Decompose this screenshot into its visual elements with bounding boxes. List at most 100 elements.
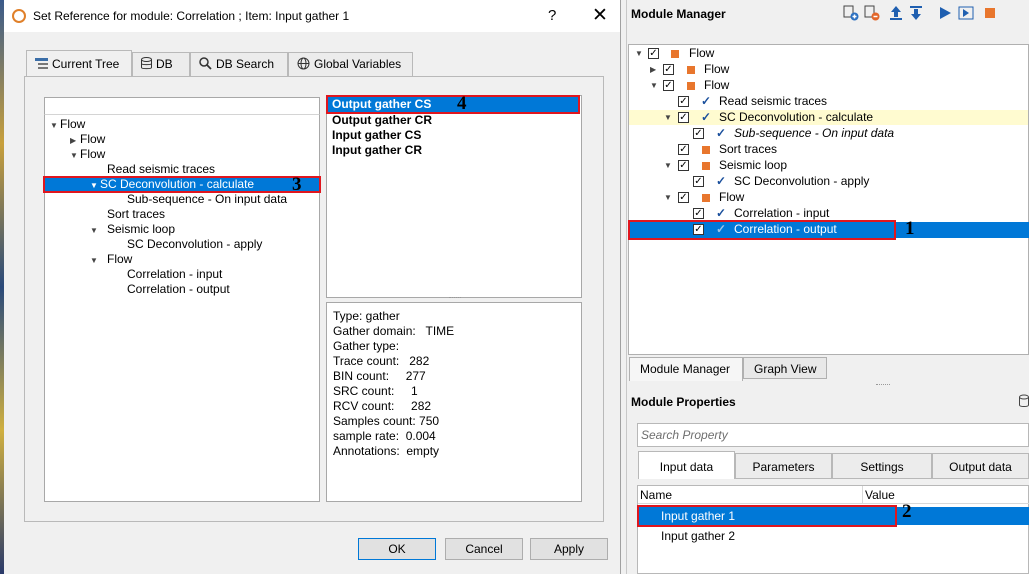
module-checkbox[interactable]: ✓ bbox=[678, 96, 689, 107]
tree-header bbox=[44, 97, 320, 115]
expand-arrow-icon[interactable]: ▼ bbox=[650, 78, 658, 93]
module-label[interactable]: Sort traces bbox=[719, 142, 777, 157]
search-property-input[interactable]: Search Property bbox=[637, 423, 1029, 447]
module-checkbox[interactable]: ✓ bbox=[678, 192, 689, 203]
module-label[interactable]: Flow bbox=[719, 190, 744, 205]
tab-current-tree[interactable]: Current Tree bbox=[26, 50, 132, 76]
tree-item[interactable]: ▼ Flow bbox=[90, 252, 132, 267]
tab-db-search[interactable]: DB Search bbox=[190, 52, 288, 76]
tree-item-label: Sub-sequence - On input data bbox=[127, 192, 288, 206]
column-header-name[interactable]: Name bbox=[640, 488, 672, 503]
module-check-icon: ✓ bbox=[716, 174, 727, 188]
tab-graph-view[interactable]: Graph View bbox=[743, 357, 827, 379]
tree-item[interactable]: SC Deconvolution - apply bbox=[127, 237, 262, 252]
property-row-label[interactable]: Input gather 2 bbox=[661, 529, 735, 544]
tree-item[interactable]: ▼ Seismic loop bbox=[90, 222, 175, 237]
splitter-handle[interactable] bbox=[876, 384, 890, 385]
module-checkbox[interactable]: ✓ bbox=[693, 128, 704, 139]
tree-item[interactable]: Correlation - output bbox=[127, 282, 230, 297]
tab-label: DB Search bbox=[216, 57, 275, 71]
tab-output-data[interactable]: Output data bbox=[932, 453, 1029, 479]
info-line: SRC count: 1 bbox=[333, 384, 418, 398]
tab-input-data[interactable]: Input data bbox=[638, 451, 735, 479]
tree-item[interactable]: Correlation - input bbox=[127, 267, 222, 282]
module-check-icon: ✓ bbox=[716, 206, 727, 220]
tab-settings[interactable]: Settings bbox=[832, 453, 932, 479]
expand-arrow-icon[interactable]: ▼ bbox=[70, 148, 80, 163]
ok-button[interactable]: OK bbox=[358, 538, 436, 560]
tab-parameters[interactable]: Parameters bbox=[735, 453, 832, 479]
stop-icon[interactable] bbox=[982, 5, 998, 21]
database-icon[interactable] bbox=[1019, 394, 1029, 408]
tree-item-label: Flow bbox=[107, 252, 133, 266]
expand-arrow-icon[interactable]: ▶ bbox=[650, 62, 656, 77]
tree-item-label: Correlation - output bbox=[127, 282, 230, 296]
info-line: BIN count: 277 bbox=[333, 369, 426, 383]
dialog-titlebar: Set Reference for module: Correlation ; … bbox=[4, 0, 620, 32]
move-up-icon[interactable] bbox=[888, 5, 904, 21]
tree-item[interactable]: ▼ Flow bbox=[70, 147, 105, 162]
module-checkbox[interactable]: ✓ bbox=[663, 80, 674, 91]
output-item[interactable]: Output gather CR bbox=[332, 113, 432, 128]
run-icon[interactable] bbox=[937, 5, 953, 21]
tab-module-manager[interactable]: Module Manager bbox=[629, 357, 743, 381]
set-reference-dialog: Set Reference for module: Correlation ; … bbox=[4, 0, 621, 574]
move-down-icon[interactable] bbox=[908, 5, 924, 21]
add-module-icon[interactable] bbox=[843, 5, 859, 21]
module-checkbox[interactable]: ✓ bbox=[678, 112, 689, 123]
module-label[interactable]: Seismic loop bbox=[719, 158, 787, 173]
module-properties-title: Module Properties bbox=[631, 395, 736, 409]
expand-arrow-icon[interactable]: ▶ bbox=[70, 133, 80, 148]
module-check-icon: ✓ bbox=[716, 126, 727, 140]
expand-arrow-icon[interactable]: ▼ bbox=[50, 118, 60, 133]
tree-item[interactable]: ▼ Flow bbox=[50, 117, 85, 132]
expand-arrow-icon[interactable]: ▼ bbox=[635, 46, 643, 61]
expand-arrow-icon[interactable]: ▼ bbox=[90, 253, 100, 268]
info-line: Gather domain: TIME bbox=[333, 324, 455, 338]
tree-item[interactable]: Sub-sequence - On input data bbox=[127, 192, 287, 207]
module-label[interactable]: Flow bbox=[704, 78, 729, 93]
module-label[interactable]: Flow bbox=[704, 62, 729, 77]
module-label[interactable]: SC Deconvolution - apply bbox=[734, 174, 869, 189]
output-item[interactable]: Input gather CS bbox=[332, 128, 421, 143]
expand-arrow-icon[interactable]: ▼ bbox=[664, 190, 672, 205]
apply-button[interactable]: Apply bbox=[530, 538, 608, 560]
annotation-number-2: 2 bbox=[902, 501, 912, 522]
remove-module-icon[interactable] bbox=[864, 5, 880, 21]
module-checkbox[interactable]: ✓ bbox=[693, 176, 704, 187]
expand-arrow-icon[interactable]: ▼ bbox=[664, 158, 672, 173]
module-label[interactable]: Read seismic traces bbox=[719, 94, 827, 109]
annotation-box-4 bbox=[326, 95, 580, 114]
close-button[interactable]: ✕ bbox=[592, 4, 608, 27]
tree-item[interactable]: Read seismic traces bbox=[107, 162, 215, 177]
help-button[interactable]: ? bbox=[548, 7, 556, 24]
module-checkbox[interactable]: ✓ bbox=[693, 208, 704, 219]
module-checkbox[interactable]: ✓ bbox=[678, 160, 689, 171]
cancel-button[interactable]: Cancel bbox=[445, 538, 523, 560]
tree-item[interactable]: ▶ Flow bbox=[70, 132, 105, 147]
module-label[interactable]: SC Deconvolution - calculate bbox=[719, 110, 873, 125]
annotation-number-1: 1 bbox=[905, 218, 915, 239]
module-label[interactable]: Flow bbox=[689, 46, 714, 61]
tab-label: Current Tree bbox=[52, 57, 120, 71]
step-run-icon[interactable] bbox=[958, 5, 974, 21]
output-item[interactable]: Input gather CR bbox=[332, 143, 422, 158]
splitter-handle[interactable] bbox=[449, 297, 461, 300]
tree-item-label: Flow bbox=[80, 147, 106, 161]
module-label[interactable]: Correlation - input bbox=[734, 206, 829, 221]
expand-arrow-icon[interactable]: ▼ bbox=[664, 110, 672, 125]
module-checkbox[interactable]: ✓ bbox=[678, 144, 689, 155]
property-table-header bbox=[638, 486, 1029, 504]
module-checkbox[interactable]: ✓ bbox=[648, 48, 659, 59]
tree-item[interactable]: Sort traces bbox=[107, 207, 165, 222]
module-label[interactable]: Sub-sequence - On input data bbox=[734, 126, 894, 141]
tab-global-variables[interactable]: Global Variables bbox=[288, 52, 413, 76]
column-divider[interactable] bbox=[862, 486, 863, 503]
tab-db[interactable]: DB bbox=[132, 52, 190, 76]
column-header-value[interactable]: Value bbox=[865, 488, 895, 503]
expand-arrow-icon[interactable]: ▼ bbox=[90, 223, 100, 238]
globe-icon bbox=[297, 57, 310, 70]
module-checkbox[interactable]: ✓ bbox=[663, 64, 674, 75]
tree-item-label: Correlation - input bbox=[127, 267, 223, 281]
info-line: Trace count: 282 bbox=[333, 354, 430, 368]
